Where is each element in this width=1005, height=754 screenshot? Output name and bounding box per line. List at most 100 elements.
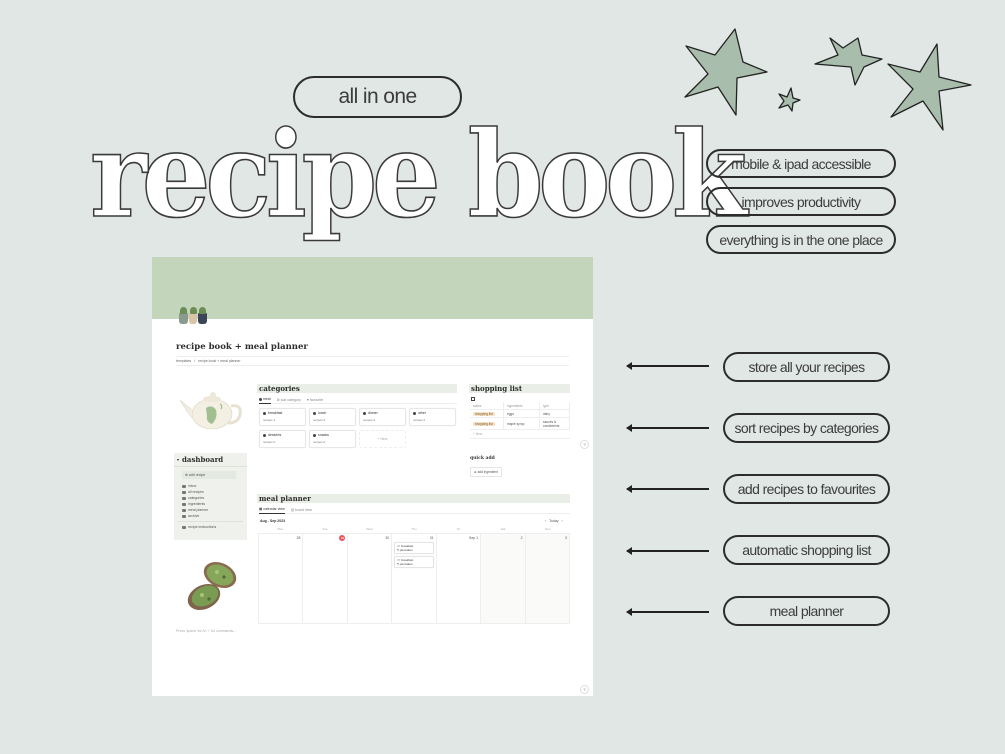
calendar-day[interactable]: 28 (259, 534, 304, 624)
table-view-icon[interactable] (471, 397, 475, 401)
arrow-icon (626, 547, 709, 555)
calendar-icon: ▦ (259, 507, 263, 511)
plant-pots-icon (179, 307, 208, 325)
heart-icon: ♥ (306, 397, 309, 402)
card-count: recipes 0 (363, 418, 376, 422)
column-header-status[interactable]: status (470, 402, 504, 409)
star-icon (778, 87, 801, 112)
day-number: 30 (385, 536, 390, 540)
tab-label: calendar view (263, 507, 285, 511)
weekday-label: Sun (545, 527, 551, 531)
add-recipe-button[interactable]: ⊕ add recipe (182, 471, 236, 479)
category-card-other[interactable]: other recipes 0 (409, 408, 456, 426)
ingredient-cell[interactable]: eggs (504, 410, 540, 417)
food-icon (263, 433, 266, 437)
app-screenshot: recipe book + meal planner templates / r… (152, 257, 593, 696)
book-icon (182, 490, 186, 494)
help-button[interactable]: ? (580, 685, 589, 694)
calendar-grid: 28 29 30 31 ▭ breakfast ¶ pancakes ▭ brea… (258, 533, 570, 624)
column-header-ingredients[interactable]: ingredients (504, 402, 540, 409)
help-button[interactable]: ? (580, 440, 589, 449)
feature-pill-mobile: mobile & ipad accessible (706, 149, 896, 178)
category-card-breakfast[interactable]: breakfast recipes 1 (259, 408, 306, 426)
food-icon (263, 411, 266, 415)
callout-shopping-list: automatic shopping list (723, 535, 890, 565)
card-title: lunch (318, 411, 327, 415)
breadcrumb: templates / recipe book + meal planner (176, 356, 569, 366)
calendar-day[interactable]: Sep 1 (436, 534, 482, 624)
calendar-day[interactable]: 3 (525, 534, 570, 624)
event-recipe: pancakes (399, 562, 413, 566)
status-badge: shopping list (473, 421, 495, 426)
callout-meal-planner: meal planner (723, 596, 890, 626)
weekday-label: Thu (411, 527, 417, 531)
dashboard-toggle[interactable]: ▾ dashboard (174, 453, 247, 467)
status-cell: shopping list (470, 418, 504, 429)
tab-sub-category[interactable]: ⚙ sub category (277, 398, 301, 402)
chevron-right-icon[interactable]: › (562, 519, 563, 523)
calendar-day[interactable]: 31 ▭ breakfast ¶ pancakes ▭ breakfast ¶ pa… (392, 534, 437, 624)
table-row[interactable]: shopping list maple syrup sauces & condi… (470, 418, 570, 430)
tab-board-view[interactable]: ▥ board view (291, 508, 312, 512)
status-badge: shopping list (473, 411, 495, 416)
dashboard-item-label: categories (188, 496, 205, 500)
category-card-desserts[interactable]: desserts recipes 0 (259, 430, 306, 448)
table-row[interactable]: shopping list eggs dairy (470, 410, 570, 418)
tab-meal[interactable]: meal (259, 396, 271, 404)
add-ingredient-button[interactable]: ⊕ add ingredient (470, 467, 502, 477)
today-button[interactable]: Today (549, 519, 558, 523)
dashboard-title: dashboard (182, 455, 224, 464)
category-card-lunch[interactable]: lunch recipes 0 (309, 408, 356, 426)
day-number: 28 (296, 536, 301, 540)
shopping-list-table: status ingredients type shopping list eg… (470, 402, 570, 439)
dashboard-item-archive[interactable]: archive (174, 513, 247, 519)
weekday-label: Sat (500, 527, 506, 531)
new-row-button[interactable]: + New (470, 430, 570, 439)
calendar-event[interactable]: ▭ breakfast ¶ pancakes (394, 542, 434, 554)
category-card-dinner[interactable]: dinner recipes 0 (359, 408, 406, 426)
folder-icon (182, 496, 186, 500)
categories-gallery: breakfast recipes 1 lunch recipes 0 dinner… (259, 408, 456, 448)
calendar-event[interactable]: ▭ breakfast ¶ pancakes (394, 556, 434, 568)
calendar-icon (182, 508, 186, 512)
new-category-button[interactable]: + New (359, 430, 406, 448)
tab-label: meal (262, 397, 271, 401)
card-count: recipes 0 (263, 440, 276, 444)
breadcrumb-templates[interactable]: templates (176, 359, 191, 363)
tab-calendar-view[interactable]: ▦ calendar view (259, 506, 285, 514)
dashboard-item-recipe-instructions[interactable]: recipe instructions (174, 524, 247, 530)
card-title: snacks (318, 433, 329, 437)
card-count: recipes 0 (313, 418, 326, 422)
food-icon (313, 433, 316, 437)
meal-planner-tabs: ▦ calendar view ▥ board view (259, 506, 570, 514)
day-number: 2 (520, 536, 523, 540)
weekday-label: Fri (456, 527, 461, 531)
tab-favourite[interactable]: ♥ favourite (307, 398, 324, 402)
editor-placeholder[interactable]: Press 'space' for AI, '/' for commands..… (176, 629, 236, 633)
calendar-day[interactable]: 2 (481, 534, 526, 624)
quick-add-heading: quick add (470, 456, 495, 461)
star-icon (814, 37, 883, 86)
type-cell: dairy (540, 410, 570, 417)
category-card-snacks[interactable]: snacks recipes 0 (309, 430, 356, 448)
calendar-nav: ‹ Today › (545, 519, 563, 523)
avocado-toast-image (187, 561, 237, 611)
calendar: Mon Tue Wed Thu Fri Sat Sun 28 29 30 31 … (258, 527, 570, 624)
column-header-type[interactable]: type (540, 402, 570, 409)
calendar-day[interactable]: 30 (347, 534, 393, 624)
chevron-left-icon[interactable]: ‹ (545, 519, 546, 523)
meal-planner-heading: meal planner (257, 494, 570, 503)
card-count: recipes 1 (263, 418, 276, 422)
feature-pill-one-place: everything is in the one place (706, 225, 896, 254)
categories-tabs: meal ⚙ sub category ♥ favourite (259, 396, 457, 404)
calendar-day-today[interactable]: 29 (303, 534, 348, 624)
card-count: recipes 0 (313, 440, 326, 444)
breadcrumb-current[interactable]: recipe book + meal planner (198, 359, 240, 363)
page-cover (152, 257, 593, 319)
card-title: dinner (368, 411, 378, 415)
add-ingredient-label: add ingredient (477, 470, 498, 474)
settings-icon: ⚙ (276, 397, 280, 402)
add-recipe-label: add recipe (188, 473, 206, 477)
ingredient-cell[interactable]: maple syrup (504, 418, 540, 429)
tab-label: favourite (309, 397, 324, 402)
